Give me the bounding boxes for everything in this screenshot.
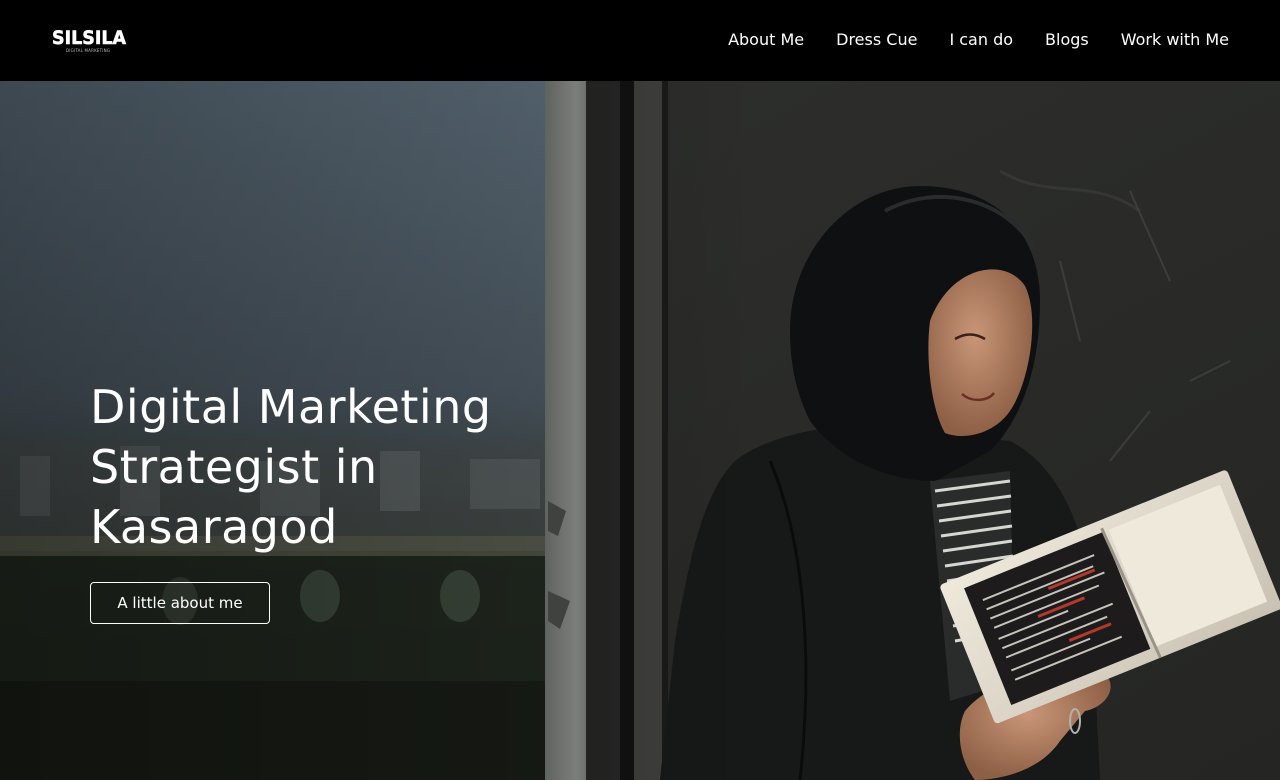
nav-link-work-with-me[interactable]: Work with Me [1121,29,1229,51]
nav-link-about-me[interactable]: About Me [728,29,804,51]
nav-link-blogs[interactable]: Blogs [1045,29,1089,51]
main-nav: About Me Dress Cue I can do Blogs Work w… [728,29,1229,51]
hero-title-line-3: Kasaragod [90,500,338,554]
nav-link-dress-cue[interactable]: Dress Cue [836,29,917,51]
hero-title-line-2: Strategist in [90,440,378,494]
logo-wordmark: SILSILA [52,27,127,49]
site-header: SILSILA DIGITAL MARKETING About Me Dress… [0,0,1280,81]
hero-title-line-1: Digital Marketing [90,380,492,434]
hero-title: Digital Marketing Strategist in Kasarago… [90,377,550,557]
site-logo[interactable]: SILSILA DIGITAL MARKETING [52,27,127,56]
about-me-cta-button[interactable]: A little about me [90,582,270,624]
hero-section: Digital Marketing Strategist in Kasarago… [0,81,1280,780]
nav-link-i-can-do[interactable]: I can do [949,29,1013,51]
